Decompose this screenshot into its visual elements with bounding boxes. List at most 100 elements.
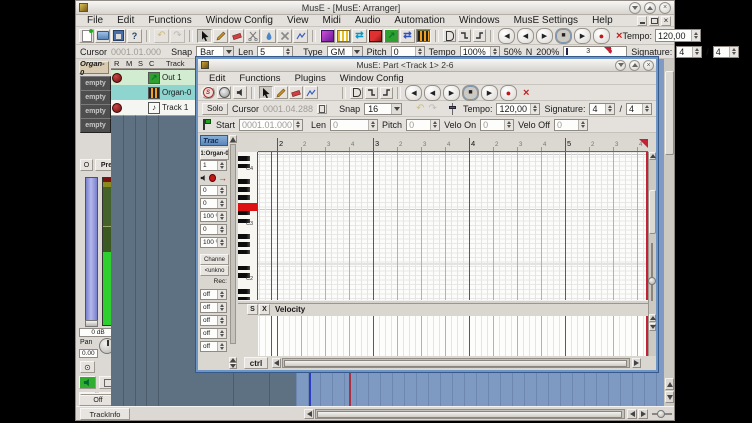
record-indicator-cell[interactable] (111, 103, 123, 113)
pr-pencil-tool-icon[interactable] (274, 86, 288, 99)
pr-line-tool-icon[interactable] (304, 86, 318, 99)
record-armed-icon[interactable] (112, 73, 122, 83)
menu-muse-settings[interactable]: MusE Settings (507, 15, 585, 26)
note-canvas[interactable] (258, 152, 648, 300)
pr-rec-off-spin-0[interactable]: off (200, 289, 227, 300)
arranger-titlebar[interactable]: MusE - [MusE: Arranger] × (76, 1, 674, 15)
record-armed-icon[interactable] (112, 103, 122, 113)
type-combo[interactable]: GM (327, 46, 363, 58)
mute-speaker-button[interactable] (79, 376, 96, 389)
power-button[interactable]: ⊙ (80, 361, 95, 373)
menu-midi[interactable]: Midi (315, 15, 347, 26)
pr-scroll-down2-icon[interactable] (649, 323, 656, 331)
save-icon[interactable] (111, 29, 126, 43)
menu-functions[interactable]: Functions (141, 15, 198, 26)
pr-tempo-spinbox[interactable]: 120,00 (496, 103, 540, 115)
pr-close-button[interactable]: × (643, 60, 654, 71)
punch-in-icon[interactable] (443, 29, 456, 42)
undo-icon[interactable]: ↶ (154, 29, 169, 43)
zoom-slider-knob[interactable] (657, 410, 665, 418)
new-file-icon[interactable] (79, 29, 94, 43)
menu-audio[interactable]: Audio (348, 15, 388, 26)
black-key[interactable] (238, 242, 250, 247)
hscroll-left-icon[interactable] (304, 409, 314, 419)
pianoroll-titlebar[interactable]: MusE: Part <Track 1> 2-6 × (198, 59, 656, 72)
mixer-toggle-icon[interactable] (320, 29, 335, 43)
arranger-vscrollbar[interactable] (663, 59, 674, 406)
pr-loop-right-icon[interactable] (380, 87, 393, 99)
menu-window-config[interactable]: Window Config (199, 15, 280, 26)
black-key[interactable] (238, 289, 250, 294)
open-file-icon[interactable] (95, 29, 110, 43)
transport-stop-button[interactable]: ■ (462, 85, 479, 101)
patch-button[interactable]: <unkno (200, 265, 229, 276)
pr-track-button[interactable]: 1:Organ-0 (200, 148, 229, 160)
song-position-widget[interactable]: 35 (563, 46, 627, 57)
trackinfo-tab-header[interactable]: Trac (200, 135, 228, 146)
marker-toggle-icon[interactable] (336, 29, 351, 43)
splitter-handle[interactable] (238, 300, 648, 304)
pr-rec-off-spin-4[interactable]: off (200, 341, 227, 352)
transport-rewind-button[interactable]: ◀ (517, 28, 534, 44)
transport-skip-start-button[interactable]: ◀ (405, 85, 422, 101)
bigtime-toggle-icon[interactable] (368, 29, 383, 43)
record-indicator-cell[interactable] (111, 73, 123, 83)
loop-left-icon[interactable] (458, 29, 471, 42)
pr-minimize-button[interactable] (615, 60, 626, 71)
pr-controller-spinb-3[interactable]: 0 (200, 224, 227, 235)
start-spinbox[interactable]: 0001.01.000 (239, 119, 303, 131)
highlighted-key[interactable] (238, 203, 257, 211)
transport-toggle-icon[interactable]: ⇄ (352, 29, 367, 43)
pr-hscrollbar[interactable] (282, 358, 630, 368)
pr-redo-icon[interactable]: ↷ (429, 103, 437, 114)
patch-button-0[interactable]: empty (80, 76, 111, 91)
velo-on-spinbox[interactable]: 0 (480, 119, 514, 131)
pr-menu-functions[interactable]: Functions (232, 73, 287, 84)
transport-record-button[interactable]: ● (593, 28, 610, 44)
pr-snap-combo[interactable]: 16 (364, 103, 402, 115)
pitch-spinbox[interactable]: 0 (391, 46, 425, 58)
pr-speaker-icon[interactable] (200, 174, 207, 182)
pr-rec-off-spin-2[interactable]: off (200, 315, 227, 326)
velocity-select-button[interactable]: S (247, 304, 258, 315)
pr-controller-spinb-0[interactable]: 0 (200, 185, 227, 196)
arranger-hscrollbar[interactable] (315, 409, 625, 419)
menu-edit[interactable]: Edit (110, 15, 141, 26)
hscrollbar-thumb[interactable] (317, 411, 622, 418)
zoom-slider[interactable] (652, 413, 672, 415)
black-key[interactable] (238, 179, 250, 184)
pianoroll-toggle-icon[interactable] (416, 29, 431, 43)
trackinfo-name-header[interactable]: Organ-0 (79, 61, 109, 74)
track-row-out-1[interactable]: ↗Out 1 (111, 70, 197, 86)
volume-fader[interactable] (85, 177, 98, 327)
transport-rewind-button[interactable]: ◀ (424, 85, 441, 101)
stereo-mono-button[interactable]: O (80, 159, 93, 171)
pr-menu-window-config[interactable]: Window Config (333, 73, 411, 84)
velocity-delete-button[interactable]: X (259, 304, 270, 315)
mdi-close-icon[interactable]: × (661, 16, 671, 26)
pr-hscroll-left-icon[interactable] (272, 358, 281, 368)
pr-pointer-tool-icon[interactable] (259, 86, 273, 99)
route-arrow-icon[interactable]: → (218, 174, 227, 183)
channel-button[interactable]: Channe (200, 254, 229, 265)
panel-scroll-up-icon[interactable] (229, 135, 237, 143)
transport-stop-button[interactable]: ■ (555, 28, 572, 44)
pr-controller-spinb-2[interactable]: 100 % (200, 211, 227, 222)
pr-controller-spinb-4[interactable]: 100 % (200, 237, 227, 248)
maximize-button[interactable] (644, 2, 656, 14)
black-key[interactable] (238, 211, 250, 216)
draw-line-tool-icon[interactable] (293, 29, 308, 43)
cliplist-toggle-icon[interactable]: ↗ (384, 29, 399, 43)
signature-num-spinbox[interactable]: 4 (676, 46, 702, 58)
track-row-track-1[interactable]: ♪Track 1 (111, 100, 197, 116)
pr-rec-off-spin-1[interactable]: off (200, 302, 227, 313)
patch-button-3[interactable]: empty (80, 118, 111, 133)
velo-off-spinbox[interactable]: 0 (554, 119, 588, 131)
pencil-tool-icon[interactable] (213, 29, 228, 43)
pr-vzoom-slider[interactable] (648, 243, 656, 301)
hscroll-left2-icon[interactable] (627, 409, 637, 419)
track-row-organ-0[interactable]: Organ-0 (111, 85, 197, 101)
pr-menu-edit[interactable]: Edit (202, 73, 232, 84)
pr-maximize-button[interactable] (629, 60, 640, 71)
patch-button-2[interactable]: empty (80, 104, 111, 119)
